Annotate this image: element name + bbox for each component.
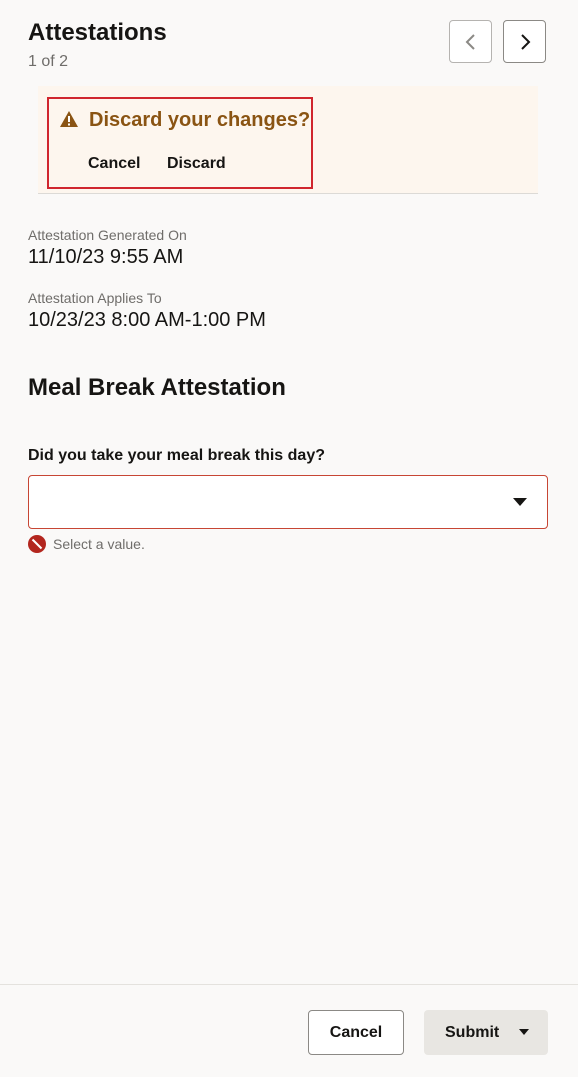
section-title: Meal Break Attestation [28, 374, 286, 401]
chevron-left-icon [465, 33, 475, 50]
page-counter: 1 of 2 [28, 53, 69, 70]
warning-icon [60, 111, 78, 127]
applies-to-value: 10/23/23 8:00 AM-1:00 PM [28, 309, 266, 331]
submit-button[interactable]: Submit [424, 1010, 548, 1055]
applies-to-label: Attestation Applies To [28, 290, 162, 306]
chevron-right-icon [520, 33, 530, 50]
banner-title: Discard your changes? [89, 109, 311, 131]
cancel-button[interactable]: Cancel [308, 1010, 404, 1055]
meal-break-select[interactable] [28, 475, 548, 529]
page-header: Attestations 1 of 2 [0, 0, 578, 86]
generated-on-value: 11/10/23 9:55 AM [28, 246, 184, 268]
meal-break-question: Did you take your meal break this day? [28, 447, 325, 464]
page-title: Attestations [28, 19, 167, 46]
banner-cancel-button[interactable]: Cancel [88, 154, 140, 174]
discard-changes-banner: Discard your changes? Cancel Discard [47, 97, 313, 189]
next-button[interactable] [503, 20, 546, 63]
footer-toolbar: Cancel Submit [0, 984, 578, 1077]
error-icon [28, 535, 46, 553]
error-text: Select a value. [53, 536, 145, 552]
generated-on-label: Attestation Generated On [28, 227, 187, 243]
caret-down-icon [513, 498, 527, 506]
submit-label: Submit [445, 1023, 500, 1041]
banner-discard-button[interactable]: Discard [167, 154, 226, 174]
caret-down-icon[interactable] [519, 1029, 529, 1035]
validation-message: Select a value. [28, 534, 145, 554]
previous-button[interactable] [449, 20, 492, 63]
